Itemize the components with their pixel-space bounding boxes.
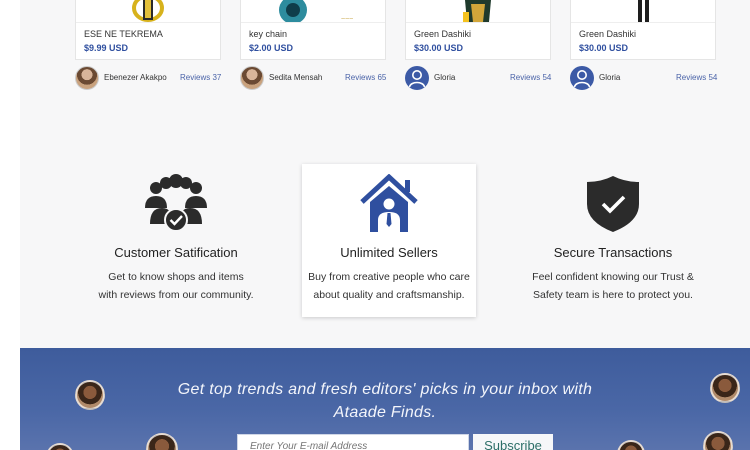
shield-check-icon	[585, 174, 641, 239]
newsletter-headline: Get top trends and fresh editors' picks …	[177, 381, 593, 421]
feature-title: Unlimited Sellers	[340, 245, 438, 260]
seller-name[interactable]: Ebenezer Akakpo	[104, 73, 167, 82]
seller-name[interactable]: Gloria	[599, 73, 620, 82]
seller-row[interactable]: Sedita Mensah Reviews 65	[240, 66, 386, 90]
product-card[interactable]: ESE NE TEKREMA $9.99 USD	[75, 0, 221, 60]
email-field[interactable]	[237, 434, 469, 450]
reviews-count[interactable]: Reviews 54	[676, 73, 717, 82]
avatar[interactable]	[240, 66, 264, 90]
feature-description: Buy from creative people who care about …	[308, 271, 470, 301]
product-name[interactable]: ESE NE TEKREMA	[84, 29, 163, 39]
product-price: $2.00 USD	[249, 43, 294, 53]
product-image[interactable]	[406, 0, 550, 22]
feature-customer-satisfaction: Customer Satification Get to know shops …	[89, 164, 263, 317]
default-avatar-icon[interactable]	[570, 66, 594, 90]
product-image[interactable]: ~~~	[241, 0, 385, 22]
avatar[interactable]	[75, 66, 99, 90]
feature-title: Secure Transactions	[553, 245, 673, 260]
community-icon	[142, 174, 210, 239]
product-price: $30.00 USD	[414, 43, 464, 53]
product-name[interactable]: key chain	[249, 29, 287, 39]
member-avatar	[710, 373, 740, 403]
house-seller-icon	[358, 173, 420, 239]
product-card[interactable]: Green Dashiki $30.00 USD	[570, 0, 716, 60]
seller-name[interactable]: Gloria	[434, 73, 455, 82]
product-card[interactable]: Green Dashiki $30.00 USD	[405, 0, 551, 60]
subscribe-button[interactable]: Subscribe	[473, 434, 553, 450]
seller-row[interactable]: Ebenezer Akakpo Reviews 37	[75, 66, 221, 90]
product-card[interactable]: ~~~ key chain $2.00 USD	[240, 0, 386, 60]
member-avatar	[617, 440, 645, 450]
member-avatar	[75, 380, 105, 410]
seller-name[interactable]: Sedita Mensah	[269, 73, 322, 82]
product-image[interactable]	[571, 0, 715, 22]
reviews-count[interactable]: Reviews 54	[510, 73, 551, 82]
newsletter-banner: Get top trends and fresh editors' picks …	[20, 348, 750, 450]
seller-row[interactable]: Gloria Reviews 54	[405, 66, 551, 90]
member-avatar	[146, 433, 178, 450]
member-avatar	[703, 431, 733, 450]
feature-unlimited-sellers: Unlimited Sellers Buy from creative peop…	[302, 164, 476, 317]
product-image[interactable]	[76, 0, 220, 22]
feature-secure-transactions: Secure Transactions Feel confident knowi…	[526, 164, 700, 317]
product-price: $9.99 USD	[84, 43, 129, 53]
feature-title: Customer Satification	[114, 245, 238, 260]
product-name[interactable]: Green Dashiki	[579, 29, 636, 39]
feature-description: Get to know shops and items with reviews…	[98, 271, 254, 301]
reviews-count[interactable]: Reviews 37	[180, 73, 221, 82]
product-price: $30.00 USD	[579, 43, 629, 53]
seller-row[interactable]: Gloria Reviews 54	[570, 66, 717, 90]
feature-description: Feel confident knowing our Trust & Safet…	[532, 271, 694, 301]
product-name[interactable]: Green Dashiki	[414, 29, 471, 39]
default-avatar-icon[interactable]	[405, 66, 429, 90]
member-avatar	[46, 443, 74, 450]
reviews-count[interactable]: Reviews 65	[345, 73, 386, 82]
